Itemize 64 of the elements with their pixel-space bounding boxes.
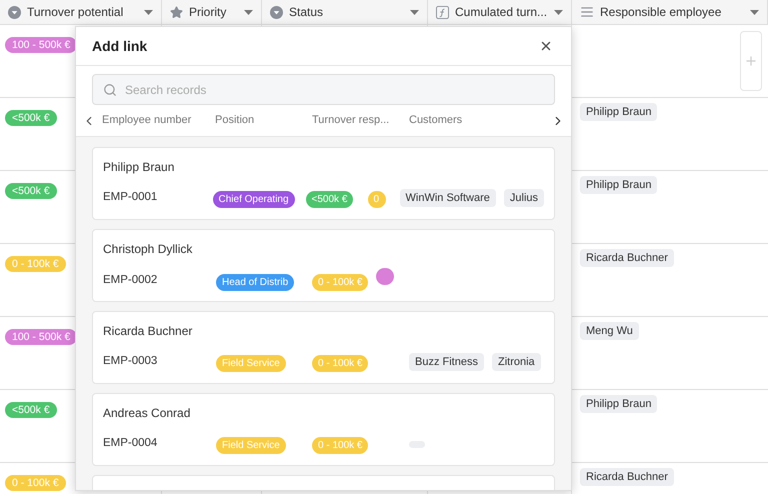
linked-record-chip: Julius [504, 189, 544, 207]
dropdown-circle-icon [270, 6, 283, 18]
record-column-label: Position [215, 113, 256, 128]
linked-record-chip: Ricarda Buchner [580, 249, 674, 267]
caret-icon [144, 10, 153, 14]
record-column-label: Employee number [102, 113, 192, 128]
record-name: Ricarda Buchner [103, 323, 192, 339]
search-field[interactable]: Search records [92, 74, 555, 105]
turnover-tag [376, 268, 394, 285]
turnover-tag: 0 - 100k € [312, 355, 368, 372]
caret-icon [750, 10, 759, 14]
position-tag: Chief Operating [212, 191, 295, 208]
turnover-tag: 0 - 100k € [312, 437, 368, 454]
turnover-tag: 100 - 500k € [5, 329, 78, 345]
record-name: Philipp Braun [103, 159, 174, 175]
turnover-tag: <500k € [5, 110, 57, 126]
record-name: Andreas Conrad [103, 405, 190, 421]
linked-record-chip: WinWin Software [400, 189, 496, 207]
search-input[interactable]: Search records [125, 80, 544, 98]
turnover-tag: 0 - 100k € [5, 256, 66, 272]
employee-number: EMP-0004 [103, 436, 158, 452]
record-card[interactable]: Philipp Braun EMP-0001 Chief Operating <500k € 0 WinWin Software Julius [92, 147, 555, 220]
star-icon [170, 6, 183, 18]
record-name: Christoph Dyllick [103, 241, 192, 257]
column-header[interactable]: Status [262, 0, 428, 24]
turnover-tag: <500k € [5, 183, 57, 199]
formula-icon [436, 6, 449, 18]
record-card[interactable]: Christoph Dyllick EMP-0002 Head of Distrib 0 - 100k € [92, 229, 555, 302]
turnover-tag: 100 - 500k € [5, 37, 78, 53]
record-column-label: Customers [409, 113, 464, 128]
caret-icon [244, 10, 253, 14]
linked-record-chip: Ricarda Buchner [580, 468, 674, 486]
turnover-tag: 0 [368, 191, 386, 208]
linked-record-chip: Zitronia [492, 353, 541, 371]
employee-number: EMP-0002 [103, 272, 158, 288]
turnover-tag: <500k € [306, 191, 354, 208]
plus-icon [744, 54, 758, 68]
turnover-tag: <500k € [5, 402, 57, 418]
caret-icon [410, 10, 419, 14]
turnover-tag: 0 - 100k € [312, 274, 368, 290]
linked-record-chip: Meng Wu [580, 322, 639, 340]
caret-icon [554, 10, 563, 14]
linked-record-chip: Philipp Braun [580, 103, 658, 121]
employee-number: EMP-0001 [103, 190, 158, 206]
linked-record-chip: Buzz Fitness [409, 353, 484, 371]
record-card[interactable]: Ricarda Buchner EMP-0003 Field Service 0 - 100k € Buzz Fitness Zitronia [92, 311, 555, 384]
dropdown-circle-icon [8, 6, 21, 18]
dialog-title: Add link [92, 36, 148, 56]
column-header[interactable]: Turnover potential [0, 0, 162, 24]
position-tag: Field Service [216, 355, 286, 372]
linked-record-chip: Philipp Braun [580, 395, 658, 413]
column-header[interactable]: Priority [162, 0, 262, 24]
employee-number: EMP-0003 [103, 354, 158, 370]
turnover-tag: 0 - 100k € [5, 475, 66, 491]
column-header[interactable]: Responsible employee [572, 0, 768, 24]
linked-record-chip: Philipp Braun [580, 176, 658, 194]
column-header[interactable]: Cumulated turn... [428, 0, 572, 24]
list-icon [580, 5, 594, 19]
search-icon [103, 82, 117, 96]
record-column-label: Turnover resp... [312, 113, 390, 128]
close-icon [539, 39, 553, 53]
position-tag: Field Service [216, 437, 286, 454]
record-card[interactable]: Andreas Conrad EMP-0004 Field Service 0 - 100k € [92, 393, 555, 466]
position-tag: Head of Distrib [216, 274, 294, 290]
